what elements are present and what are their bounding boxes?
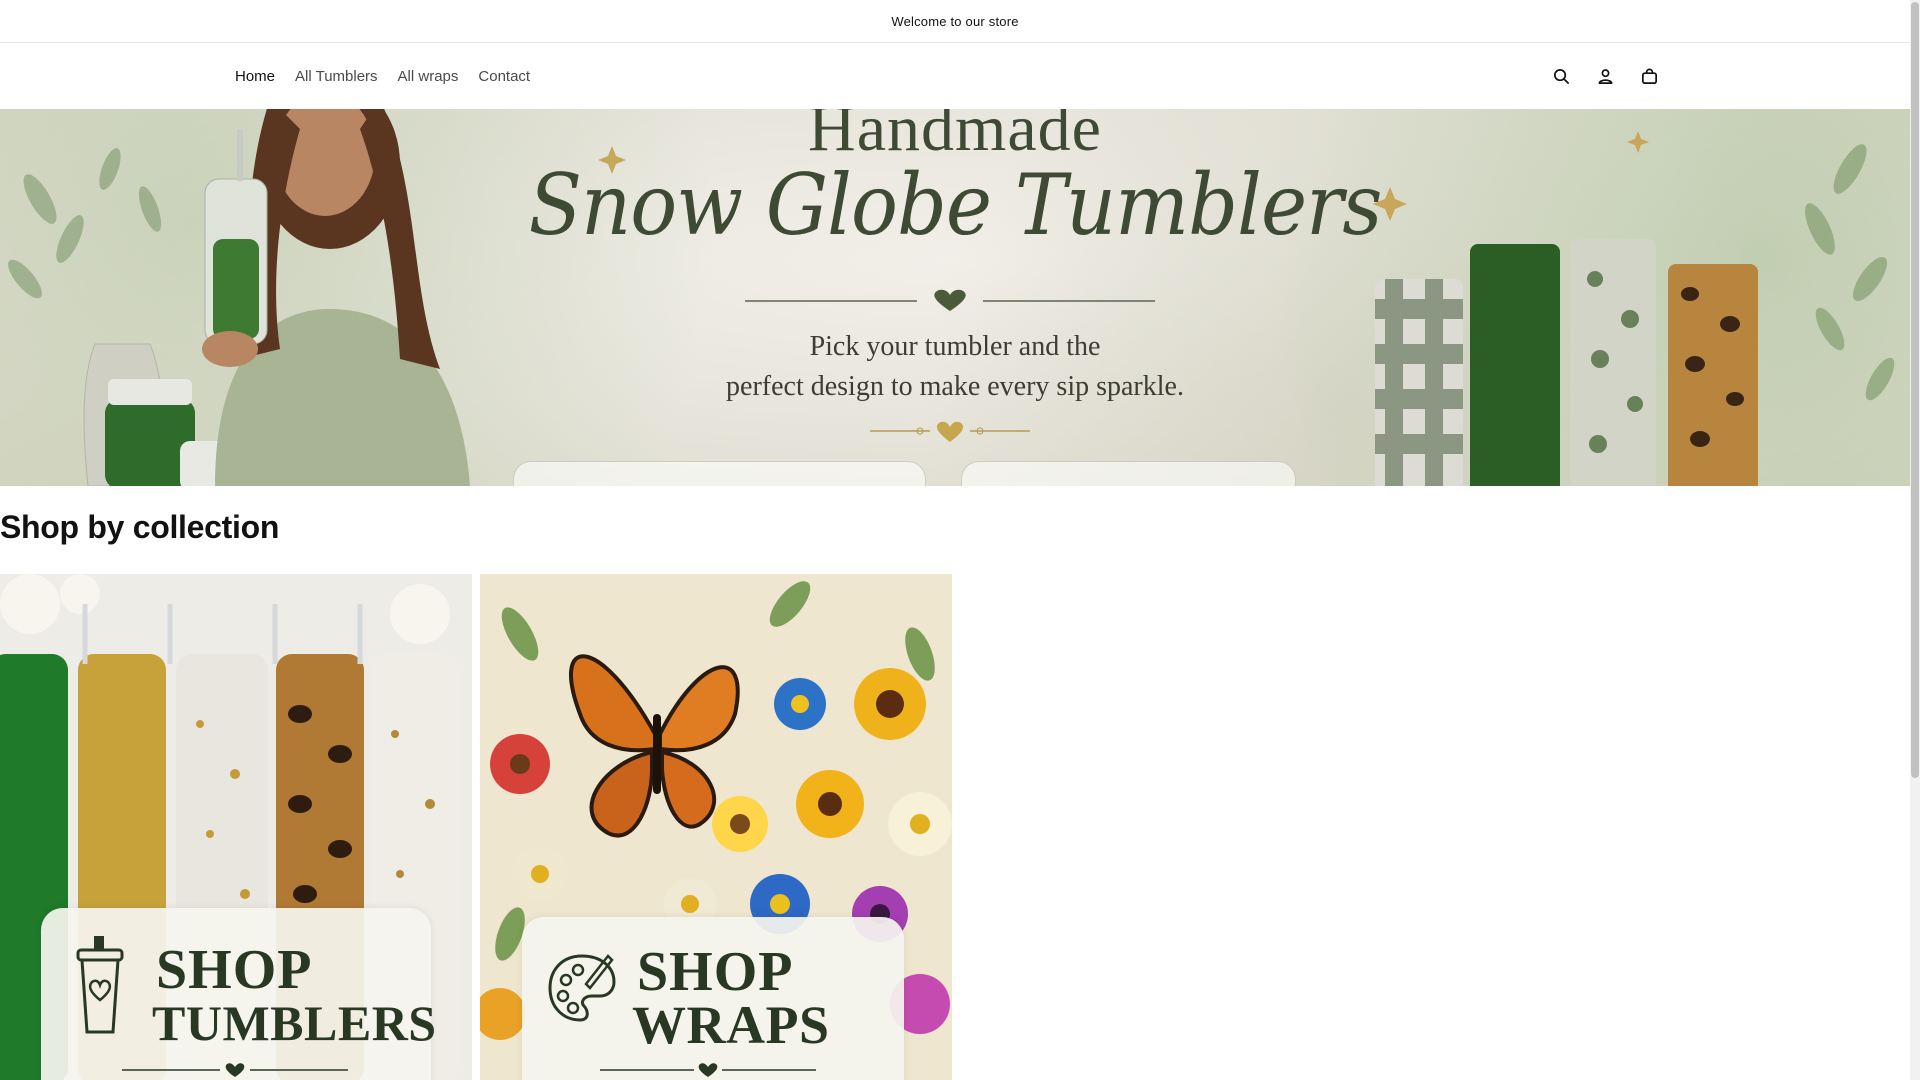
hero-subtitle-line1: Pick your tumbler and the xyxy=(809,331,1101,362)
hero-banner[interactable]: Handmade Snow Globe Tumblers Pick your t… xyxy=(0,109,1910,486)
cart-button[interactable] xyxy=(1637,64,1661,88)
announcement-bar: Welcome to our store xyxy=(0,0,1910,43)
hero-subtitle-line2: perfect design to make every sip sparkle… xyxy=(726,371,1184,402)
nav-home[interactable]: Home xyxy=(235,68,285,85)
account-icon xyxy=(1597,68,1613,84)
card-wraps-line1: SHOP xyxy=(637,941,794,1003)
header-icons xyxy=(1549,43,1661,109)
collection-card-wraps[interactable]: SHOP WRAPS xyxy=(480,574,952,1080)
card-wraps-line2: WRAPS xyxy=(632,995,830,1055)
card-tumblers-line2: TUMBLERS xyxy=(152,995,437,1051)
nav-contact[interactable]: Contact xyxy=(468,68,540,85)
announcement-text: Welcome to our store xyxy=(891,13,1019,29)
search-icon xyxy=(1553,68,1569,84)
hero-title-script: Snow Globe Tumblers xyxy=(528,157,1383,255)
card-tumblers-line1: SHOP xyxy=(156,939,313,1001)
card-divider-heart-icon xyxy=(600,1063,816,1077)
hero-subtitle: Pick your tumbler and the perfect design… xyxy=(0,327,1910,407)
card-divider-heart-icon xyxy=(122,1063,348,1077)
account-button[interactable] xyxy=(1593,64,1617,88)
site-header: Home All Tumblers All wraps Contact xyxy=(0,43,1910,109)
hero-divider-heart-icon xyxy=(745,289,1155,311)
nav-all-wraps[interactable]: All wraps xyxy=(388,68,469,85)
section-title: Shop by collection xyxy=(0,509,280,545)
nav-all-tumblers[interactable]: All Tumblers xyxy=(285,68,388,85)
collection-card-tumblers[interactable]: SHOP TUMBLERS xyxy=(0,574,472,1080)
scrollbar-thumb[interactable] xyxy=(1911,2,1919,778)
palette-icon xyxy=(548,954,616,1022)
cart-icon xyxy=(1641,68,1657,84)
hero-button-left xyxy=(513,461,926,486)
hero-button-right xyxy=(961,461,1296,486)
hero-ornament-heart-icon xyxy=(870,421,1030,442)
main-nav: Home All Tumblers All wraps Contact xyxy=(235,43,540,109)
search-button[interactable] xyxy=(1549,64,1573,88)
tumbler-icon xyxy=(76,936,124,1034)
